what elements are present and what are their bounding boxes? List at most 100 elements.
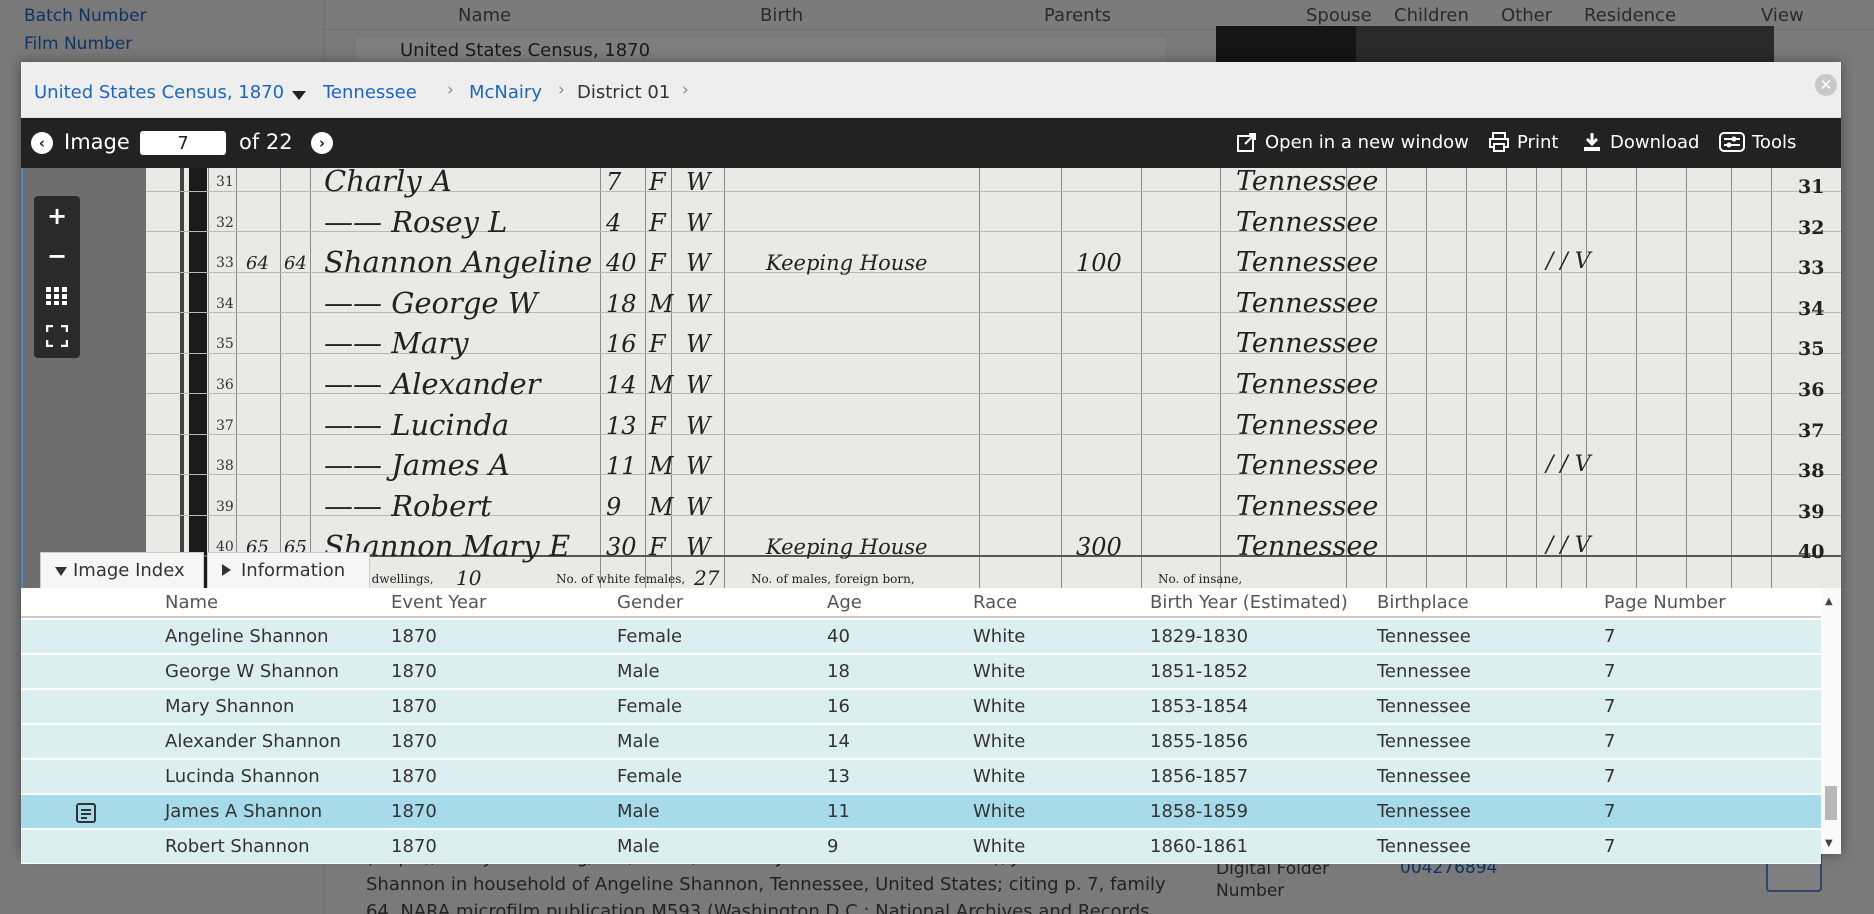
- col-birth-year[interactable]: Birth Year (Estimated): [1150, 592, 1348, 613]
- census-line-number-left: 39: [216, 498, 234, 515]
- breadcrumb-state[interactable]: Tennessee: [323, 82, 417, 103]
- census-race: W: [686, 330, 711, 359]
- col-birthplace[interactable]: Birthplace: [1377, 592, 1469, 613]
- fullscreen-icon[interactable]: [34, 316, 80, 356]
- tab-information[interactable]: Information: [207, 552, 370, 588]
- cell-event-year: 1870: [391, 731, 437, 752]
- table-row[interactable]: Lucinda Shannon 1870 Female 13 White 1856-185…: [21, 760, 1821, 794]
- census-marks: / / V: [1546, 452, 1591, 478]
- cell-race: White: [973, 661, 1026, 682]
- cell-birth-year: 1829-1830: [1150, 626, 1249, 647]
- table-row[interactable]: Angeline Shannon 1870 Female 40 White 1829-18…: [21, 620, 1821, 654]
- table-row[interactable]: James A Shannon 1870 Male 11 White 1858-1859 T…: [21, 795, 1821, 829]
- cell-birthplace: Tennessee: [1377, 661, 1471, 682]
- cell-name: Angeline Shannon: [165, 626, 329, 647]
- breadcrumb-collection[interactable]: United States Census, 1870: [34, 82, 284, 103]
- table-row[interactable]: Alexander Shannon 1870 Male 14 White 1855-185…: [21, 725, 1821, 759]
- census-line-number-right: 38: [1798, 460, 1825, 483]
- image-number-input[interactable]: [140, 131, 226, 155]
- census-line-number-left: 32: [216, 214, 234, 231]
- census-family-number: 64: [284, 253, 307, 275]
- cell-birth-year: 1851-1852: [1150, 661, 1249, 682]
- col-name[interactable]: Name: [165, 592, 218, 613]
- col-page-number[interactable]: Page Number: [1604, 592, 1726, 613]
- census-sex: F: [649, 249, 666, 278]
- table-row[interactable]: Mary Shannon 1870 Female 16 White 1853-1854 Te…: [21, 690, 1821, 724]
- census-age: 9: [606, 492, 622, 521]
- cell-age: 40: [827, 626, 850, 647]
- scroll-down-icon[interactable]: ▼: [1825, 838, 1833, 849]
- table-row[interactable]: Robert Shannon 1870 Male 9 White 1860-1861 Ten…: [21, 830, 1821, 864]
- census-name: —— Robert: [324, 488, 492, 523]
- caret-down-icon[interactable]: [292, 91, 306, 100]
- next-image-icon[interactable]: ›: [311, 132, 333, 154]
- grid-view-icon[interactable]: [34, 276, 80, 316]
- breadcrumb-district: District 01: [577, 82, 671, 103]
- census-age: 18: [606, 289, 637, 318]
- census-line-number-right: 31: [1798, 176, 1825, 198]
- census-age: 40: [606, 249, 637, 278]
- census-line-number-left: 35: [216, 336, 234, 353]
- cell-event-year: 1870: [391, 801, 437, 822]
- census-line-number-right: 32: [1798, 216, 1825, 239]
- cell-birthplace: Tennessee: [1377, 836, 1471, 857]
- census-name: Charly A: [324, 168, 452, 198]
- census-sex: M: [649, 452, 674, 481]
- census-birthplace: Tennessee: [1236, 328, 1379, 360]
- viewer-toolbar: ‹ Image of 22 › Open in a new window Pri…: [21, 118, 1841, 168]
- footer-dwellings-value: 10: [456, 566, 482, 588]
- col-race[interactable]: Race: [973, 592, 1017, 613]
- col-age[interactable]: Age: [827, 592, 862, 613]
- cell-event-year: 1870: [391, 766, 437, 787]
- image-viewer[interactable]: 31 31 Charly A 7 F W Tennessee 32 32 —— Rosey L4F…: [21, 168, 1841, 588]
- census-birthplace: Tennessee: [1236, 531, 1379, 563]
- cell-race: White: [973, 731, 1026, 752]
- cell-name: Mary Shannon: [165, 696, 295, 717]
- cell-page-number: 7: [1604, 801, 1616, 822]
- table-scrollbar[interactable]: ▲ ▼: [1821, 588, 1841, 854]
- chevron-right-icon[interactable]: ›: [682, 80, 689, 100]
- census-line-number-left: 34: [216, 295, 234, 312]
- census-race: W: [686, 411, 711, 440]
- census-line-number-right: 39: [1798, 500, 1825, 523]
- scrollbar-thumb[interactable]: [1825, 786, 1837, 820]
- census-sex: M: [649, 289, 674, 318]
- close-icon[interactable]: ✕: [1815, 74, 1837, 96]
- cell-event-year: 1870: [391, 661, 437, 682]
- zoom-out-icon[interactable]: −: [34, 236, 80, 276]
- cell-age: 11: [827, 801, 850, 822]
- cell-birth-year: 1853-1854: [1150, 696, 1249, 717]
- census-birthplace: Tennessee: [1236, 287, 1379, 319]
- census-line-number-right: 36: [1798, 379, 1825, 401]
- cell-page-number: 7: [1604, 661, 1616, 682]
- footer-white-females: No. of white females,: [556, 572, 686, 586]
- tab-information-label: Information: [241, 560, 346, 581]
- previous-image-icon[interactable]: ‹: [31, 132, 53, 154]
- scroll-up-icon[interactable]: ▲: [1825, 596, 1833, 607]
- census-occupation: Keeping House: [766, 535, 928, 560]
- cell-name: Alexander Shannon: [165, 731, 341, 752]
- tab-image-index[interactable]: Image Index: [40, 552, 204, 588]
- download-button[interactable]: Download: [1581, 131, 1699, 153]
- census-birthplace: Tennessee: [1236, 409, 1379, 441]
- table-row[interactable]: George W Shannon 1870 Male 18 White 1851-1852…: [21, 655, 1821, 689]
- record-note-icon[interactable]: [75, 802, 97, 824]
- census-line-number-left: 31: [216, 174, 234, 190]
- breadcrumb-county[interactable]: McNairy: [469, 82, 542, 103]
- zoom-in-icon[interactable]: +: [34, 196, 80, 236]
- external-window-icon: [1237, 133, 1256, 152]
- print-button[interactable]: Print: [1488, 131, 1558, 153]
- tools-button[interactable]: Tools: [1719, 131, 1796, 153]
- col-event-year[interactable]: Event Year: [391, 592, 486, 613]
- cell-birth-year: 1860-1861: [1150, 836, 1249, 857]
- open-new-window-button[interactable]: Open in a new window: [1236, 131, 1469, 153]
- cell-gender: Male: [617, 731, 660, 752]
- census-occupation: Keeping House: [766, 251, 928, 276]
- census-line-number-right: 37: [1798, 419, 1825, 442]
- census-record-image[interactable]: 31 31 Charly A 7 F W Tennessee 32 32 —— Rosey L4F…: [146, 168, 1841, 588]
- cell-race: White: [973, 836, 1026, 857]
- cell-gender: Male: [617, 801, 660, 822]
- cell-birthplace: Tennessee: [1377, 626, 1471, 647]
- census-marks: / / V: [1546, 249, 1591, 275]
- col-gender[interactable]: Gender: [617, 592, 683, 613]
